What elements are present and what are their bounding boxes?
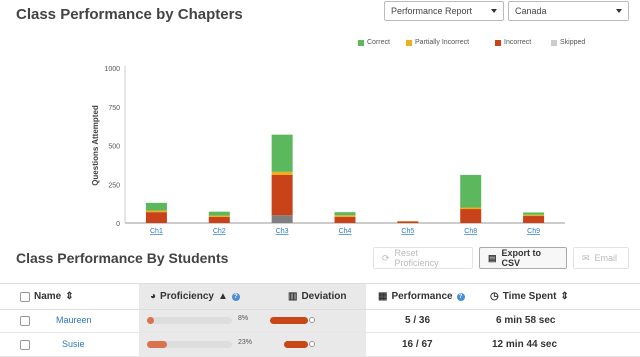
x-tick-label: Ch4 (339, 228, 352, 235)
sort-icon: ⇕ (65, 291, 74, 302)
reset-proficiency-label: Reset Proficiency (394, 248, 439, 268)
proficiency-column-header[interactable]: ◕ Proficiency ▲ ? (150, 291, 240, 302)
performance-header-label: Performance (391, 291, 453, 302)
help-icon[interactable]: ? (231, 292, 240, 301)
select-all-checkbox[interactable] (20, 291, 30, 302)
name-header-label: Name (34, 291, 62, 302)
sort-ascending-icon: ▲ (217, 291, 228, 302)
refresh-icon: ⟳ (382, 252, 390, 263)
time-spent-value: 6 min 58 sec (496, 315, 556, 326)
row-checkbox[interactable] (20, 340, 30, 350)
bar-segment-correct (523, 212, 545, 215)
bar-segment-correct (460, 174, 482, 208)
deviation-column-header[interactable]: ▥ Deviation (288, 291, 346, 302)
deviation-bar (270, 317, 308, 324)
email-label: Email (594, 253, 618, 263)
deviation-marker (309, 317, 315, 323)
bar-chart-icon: ▦ (378, 291, 388, 302)
performance-value: 16 / 67 (402, 339, 433, 350)
name-column-header[interactable]: Name ⇕ (20, 291, 74, 302)
chapters-bar-chart: 0 250 500 750 1000 Questions Attempted Ch1 Ch2 C… (91, 66, 565, 235)
x-tick-label: Ch3 (276, 228, 289, 235)
mail-icon: ✉ (582, 252, 590, 263)
y-tick-label: 750 (108, 105, 120, 112)
bar-segment-incorrect (334, 216, 356, 223)
y-axis-label: Questions Attempted (91, 105, 100, 186)
time-spent-value: 12 min 44 sec (492, 339, 558, 350)
bar-segment-correct (145, 202, 167, 211)
proficiency-bar (147, 341, 232, 348)
proficiency-bar (147, 317, 232, 324)
proficiency-percent: 8% (238, 315, 249, 322)
bar-segment-partially-incorrect (271, 171, 293, 175)
x-tick-label: Ch9 (527, 228, 540, 235)
student-name-link[interactable]: Susie (62, 339, 85, 349)
proficiency-bar-fill (147, 341, 167, 348)
bar-segment-incorrect (145, 212, 167, 223)
proficiency-bar-fill (147, 317, 154, 324)
deviation-icon: ▥ (288, 291, 298, 302)
performance-value: 5 / 36 (405, 315, 431, 326)
time-column-header[interactable]: ◷ Time Spent ⇕ (490, 291, 569, 302)
bar-segment-correct (334, 212, 356, 216)
clock-icon: ◷ (490, 291, 499, 302)
email-button[interactable]: ✉ Email (573, 247, 629, 269)
performance-column-header[interactable]: ▦ Performance ? (378, 291, 465, 302)
pie-chart-icon: ◕ (150, 291, 157, 302)
time-header-label: Time Spent (502, 291, 557, 302)
bar-segment-partially-incorrect (523, 214, 545, 217)
table-row[interactable]: Susie 23% 16 / 67 12 min 44 sec (0, 333, 640, 357)
bar-segment-skipped (271, 215, 293, 223)
table-row[interactable]: Maureen 8% 5 / 36 6 min 58 sec (0, 309, 640, 333)
proficiency-percent: 23% (238, 339, 253, 346)
bar-segment-correct (208, 211, 230, 216)
x-tick-label: Ch2 (213, 228, 226, 235)
bar-segment-incorrect (460, 209, 482, 223)
bar-segment-partially-incorrect (460, 207, 482, 210)
bar-segment-correct (271, 134, 293, 172)
bar-segment-incorrect (523, 216, 545, 223)
deviation-bar (284, 341, 308, 348)
x-tick-label: Ch5 (401, 228, 414, 235)
bar-segment-incorrect (397, 221, 419, 223)
bar-segment-incorrect (208, 216, 230, 223)
students-section-title: Class Performance By Students (16, 250, 229, 266)
table-header: Name ⇕ ◕ Proficiency ▲ ? ▥ Deviation ▦ P… (0, 283, 640, 310)
y-tick-label: 1000 (104, 66, 120, 73)
proficiency-header-label: Proficiency (160, 291, 214, 302)
file-icon: ▤ (488, 252, 497, 263)
student-name-link[interactable]: Maureen (56, 315, 92, 325)
bar-segment-partially-incorrect (334, 215, 356, 217)
export-csv-label: Export to CSV (501, 248, 542, 268)
bar-segment-incorrect (271, 174, 293, 216)
deviation-header-label: Deviation (301, 291, 347, 302)
x-tick-label: Ch1 (150, 228, 163, 235)
y-tick-label: 0 (116, 221, 120, 228)
help-icon[interactable]: ? (456, 292, 465, 301)
bar-segment-partially-incorrect (208, 215, 230, 217)
row-checkbox[interactable] (20, 316, 30, 326)
export-csv-button[interactable]: ▤ Export to CSV (479, 247, 567, 269)
x-tick-label: Ch8 (464, 228, 477, 235)
sort-icon: ⇕ (560, 291, 569, 302)
bar-segment-partially-incorrect (145, 210, 167, 213)
deviation-marker (309, 341, 315, 347)
reset-proficiency-button[interactable]: ⟳ Reset Proficiency (373, 247, 473, 269)
y-tick-label: 250 (108, 182, 120, 189)
y-tick-label: 500 (108, 144, 120, 151)
